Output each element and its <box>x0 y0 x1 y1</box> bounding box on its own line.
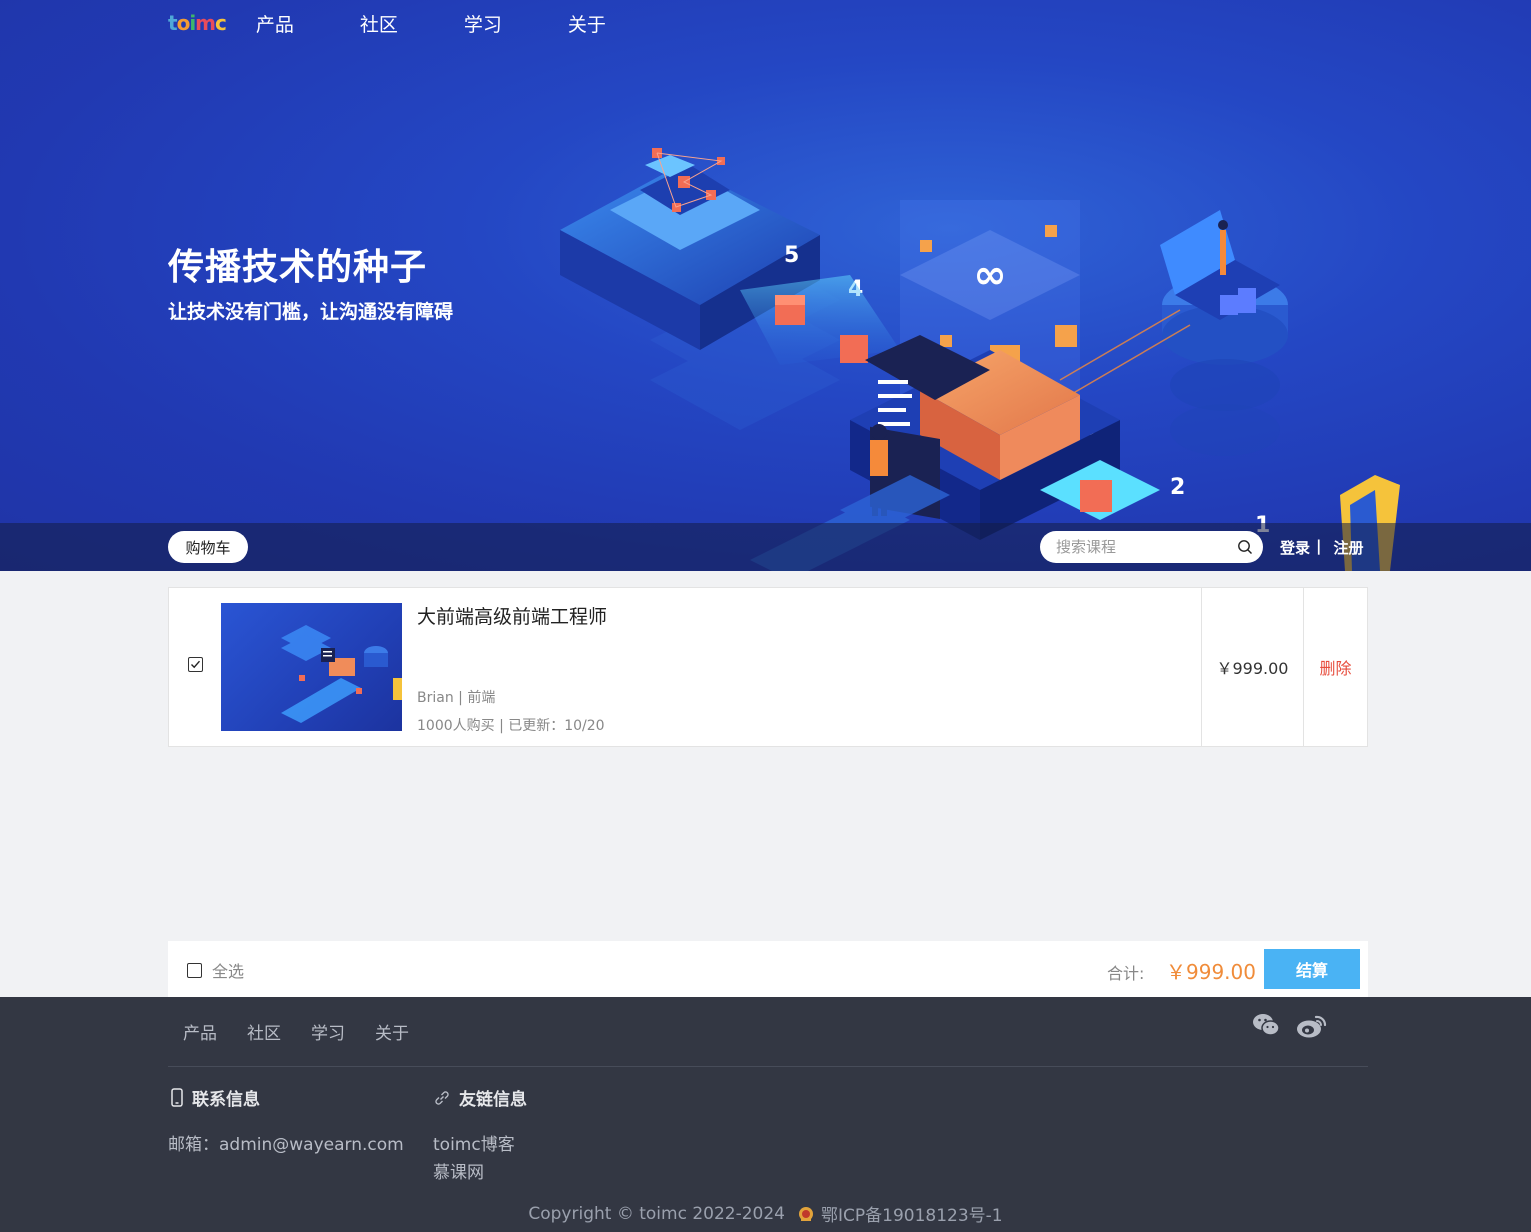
item-price: ￥999.00 <box>1201 588 1303 746</box>
select-all-checkbox[interactable] <box>187 962 202 978</box>
friend-link-imooc[interactable]: 慕课网 <box>433 1158 484 1183</box>
search-input[interactable] <box>1056 538 1237 556</box>
footer-nav-about[interactable]: 关于 <box>375 1019 409 1044</box>
police-badge-icon <box>799 1206 813 1221</box>
icp-link[interactable]: 鄂ICP备19018123号-1 <box>821 1201 1003 1226</box>
nav-item-community[interactable]: 社区 <box>360 10 464 37</box>
contact-heading-label: 联系信息 <box>192 1090 260 1110</box>
select-all[interactable]: 全选 <box>187 958 244 982</box>
footer-nav: 产品 社区 学习 关于 <box>183 1019 409 1044</box>
course-title[interactable]: 大前端高级前端工程师 <box>417 602 607 629</box>
total-value: ￥999.00 <box>1166 960 1256 984</box>
logo-letter: t <box>168 11 178 35</box>
thumbnail-illustration <box>281 625 402 723</box>
nav-item-about[interactable]: 关于 <box>568 10 672 37</box>
course-stats: 1000人购买 | 已更新：10/20 <box>417 718 605 734</box>
svg-text:5: 5 <box>784 243 799 268</box>
logo-letter: o <box>176 11 191 35</box>
cart-tab[interactable]: 购物车 <box>168 531 248 563</box>
course-thumbnail[interactable] <box>221 603 402 731</box>
delete-button[interactable]: 删除 <box>1303 588 1367 746</box>
register-link[interactable]: 注册 <box>1334 537 1364 558</box>
search-icon[interactable] <box>1237 539 1253 555</box>
copyright: Copyright © toimc 2022-2024 鄂ICP备1901812… <box>0 1201 1531 1227</box>
social-links <box>1252 1013 1328 1039</box>
logo[interactable]: toimc <box>168 11 227 35</box>
search-box <box>1040 531 1263 563</box>
footer-nav-community[interactable]: 社区 <box>247 1019 281 1044</box>
friend-link-toimc[interactable]: toimc博客 <box>433 1130 515 1155</box>
link-icon <box>435 1090 449 1105</box>
hero-illustration: 54321 ∞ <box>560 148 1400 571</box>
cart-item: 大前端高级前端工程师 Brian | 前端 1000人购买 | 已更新：10/2… <box>168 587 1368 747</box>
auth-separator: | <box>1316 537 1322 555</box>
select-all-label: 全选 <box>212 962 245 981</box>
checkout-button[interactable]: 结算 <box>1264 949 1360 989</box>
weibo-icon[interactable] <box>1296 1013 1328 1039</box>
auth-links: 登录 | 注册 <box>1280 537 1364 558</box>
total-label: 合计: <box>1107 964 1145 983</box>
links-heading-label: 友链信息 <box>459 1090 527 1110</box>
footer-nav-learn[interactable]: 学习 <box>311 1019 345 1044</box>
course-author: Brian | 前端 <box>417 690 496 706</box>
nav-item-learn[interactable]: 学习 <box>464 10 568 37</box>
hero-subtitle: 让技术没有门槛，让沟通没有障碍 <box>168 301 454 323</box>
hero-banner: 54321 ∞ <box>0 0 1531 571</box>
phone-icon <box>171 1088 183 1107</box>
hero-title: 传播技术的种子 <box>168 247 428 288</box>
contact-heading: 联系信息 <box>170 1085 260 1110</box>
copyright-text: Copyright © toimc 2022-2024 <box>528 1203 785 1224</box>
footer: 产品 社区 学习 关于 联系信息 邮箱：admin@wayearn.com 友链… <box>0 997 1531 1232</box>
login-link[interactable]: 登录 <box>1280 537 1310 558</box>
wechat-icon[interactable] <box>1252 1013 1280 1037</box>
logo-letter: m <box>195 11 216 35</box>
checkout-bar: 全选 合计: ￥999.00 结算 <box>168 941 1368 997</box>
svg-text:2: 2 <box>1170 475 1185 500</box>
footer-divider <box>168 1066 1368 1067</box>
item-checkbox[interactable] <box>188 657 203 672</box>
top-navigation: toimc 产品 社区 学习 关于 <box>168 0 672 46</box>
svg-text:∞: ∞ <box>973 252 1006 298</box>
nav-item-products[interactable]: 产品 <box>256 10 360 37</box>
logo-letter: c <box>215 11 227 35</box>
check-icon <box>191 660 201 669</box>
links-heading: 友链信息 <box>433 1085 527 1110</box>
contact-email: 邮箱：admin@wayearn.com <box>168 1135 404 1155</box>
footer-nav-products[interactable]: 产品 <box>183 1019 217 1044</box>
